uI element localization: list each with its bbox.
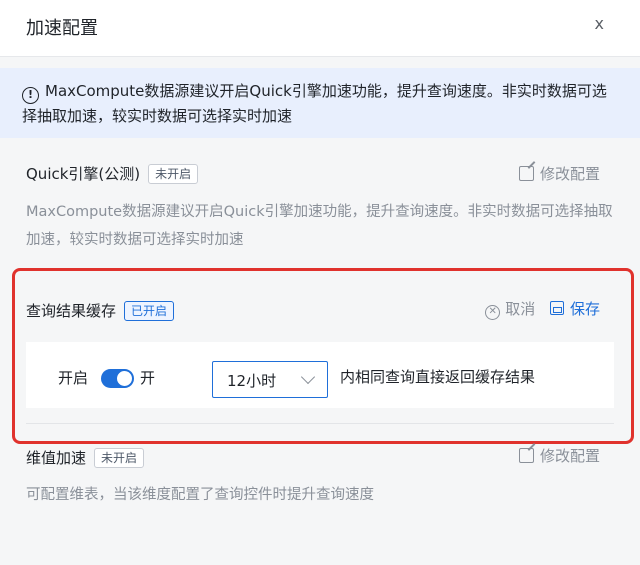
save-button[interactable]: 保存 — [549, 300, 600, 318]
chevron-down-icon — [300, 369, 316, 385]
cache-title: 查询结果缓存 — [26, 302, 117, 320]
dimension-title: 维值加速 — [26, 449, 87, 467]
dimension-status-badge: 未开启 — [94, 448, 145, 468]
cancel-label: 取消 — [505, 300, 536, 318]
cache-status-badge: 已开启 — [124, 301, 175, 321]
select-suffix-text: 内相同查询直接返回缓存结果 — [340, 368, 536, 386]
cache-duration-select[interactable]: 12小时 — [212, 361, 328, 398]
quick-engine-title-wrap: Quick引擎(公测) 未开启 — [26, 163, 199, 184]
close-circle-icon: ✕ — [485, 305, 501, 320]
quick-engine-description: MaxCompute数据源建议开启Quick引擎加速功能，提升查询速度。非实时数… — [26, 204, 613, 248]
cache-toggle[interactable] — [101, 369, 134, 388]
cache-actions: ✕ 取消 保存 — [485, 298, 600, 320]
section-divider — [26, 423, 614, 424]
save-icon — [549, 301, 564, 315]
info-icon: ! — [22, 87, 39, 104]
cache-config-row: 开启 开 12小时 内相同查询直接返回缓存结果 — [26, 342, 614, 408]
save-label: 保存 — [569, 300, 600, 318]
toggle-state-text: 开 — [140, 369, 156, 387]
dimension-title-wrap: 维值加速 未开启 — [26, 447, 145, 468]
select-value: 12小时 — [227, 372, 277, 390]
quick-engine-edit-label: 修改配置 — [539, 165, 600, 183]
toggle-knob — [117, 371, 132, 386]
dimension-edit-label: 修改配置 — [539, 447, 600, 465]
close-button[interactable]: x — [595, 14, 604, 33]
quick-engine-edit-button[interactable]: 修改配置 — [518, 163, 600, 184]
enable-label: 开启 — [58, 369, 89, 387]
dimension-description: 可配置维表，当该维度配置了查询控件时提升查询速度 — [26, 487, 374, 503]
quick-engine-status-badge: 未开启 — [148, 164, 199, 184]
dialog-title: 加速配置 — [26, 18, 98, 39]
quick-engine-title: Quick引擎(公测) — [26, 165, 141, 183]
edit-icon — [518, 166, 534, 181]
cache-title-wrap: 查询结果缓存 已开启 — [26, 300, 175, 321]
acceleration-config-dialog: 加速配置 x ! MaxCompute数据源建议开启Quick引擎加速功能，提升查… — [0, 0, 640, 565]
dialog-header: 加速配置 x — [0, 0, 640, 57]
dimension-section: 维值加速 未开启 修改配置 可配置维表，当该维度配置了查询控件时提升查询速度 — [0, 445, 640, 525]
dimension-edit-button[interactable]: 修改配置 — [518, 445, 600, 466]
cancel-button[interactable]: ✕ 取消 — [485, 300, 536, 320]
notice-text: MaxCompute数据源建议开启Quick引擎加速功能，提升查询速度。非实时数… — [22, 82, 607, 125]
edit-icon — [518, 448, 534, 463]
quick-engine-section: Quick引擎(公测) 未开启 修改配置 MaxCompute数据源建议开启Qui… — [0, 160, 640, 260]
info-notice: ! MaxCompute数据源建议开启Quick引擎加速功能，提升查询速度。非实时… — [0, 68, 640, 138]
